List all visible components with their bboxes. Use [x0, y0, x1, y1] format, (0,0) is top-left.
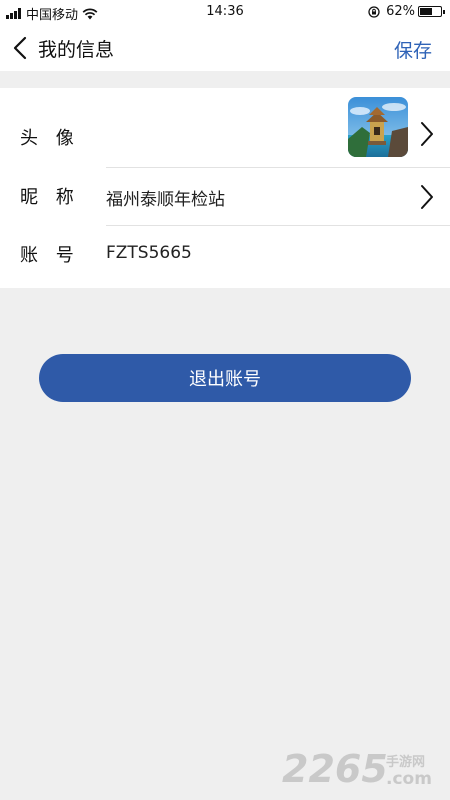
nav-bar: 我的信息 保存 — [0, 24, 450, 71]
page-title: 我的信息 — [38, 38, 115, 61]
svg-text:2265: 2265 — [282, 747, 388, 790]
rotation-lock-icon — [368, 5, 380, 18]
svg-text:手游网: 手游网 — [386, 754, 425, 770]
svg-text:.com: .com — [386, 769, 432, 789]
battery-percent: 62% — [386, 4, 415, 19]
account-value: FZTS5665 — [106, 243, 192, 263]
logout-button[interactable]: 退出账号 — [39, 354, 411, 402]
account-row: 账 号 FZTS5665 — [0, 226, 450, 288]
nickname-value: 福州泰顺年检站 — [106, 190, 225, 210]
status-right: 62% — [368, 4, 445, 19]
nickname-row[interactable]: 昵 称 福州泰顺年检站 — [0, 168, 450, 225]
avatar[interactable] — [348, 97, 408, 157]
chevron-right-icon — [421, 185, 433, 209]
profile-info-card: 头 像 昵 称 福州泰顺年检站 账 号 FZTS5665 — [0, 88, 450, 288]
watermark-logo: 2265 手游网 .com — [282, 747, 432, 790]
battery-icon — [418, 6, 445, 17]
save-button[interactable]: 保存 — [394, 36, 432, 63]
battery-level — [420, 8, 432, 15]
nickname-label: 昵 称 — [20, 187, 80, 208]
avatar-row[interactable]: 头 像 — [0, 88, 450, 167]
status-bar: 中国移动 14:36 62% — [0, 0, 450, 24]
back-button[interactable]: 我的信息 — [12, 32, 114, 64]
avatar-label: 头 像 — [20, 128, 80, 149]
my-info-screen: 中国移动 14:36 62% 我的信息 保存 头 像 昵 称 福州泰顺年检站 账… — [0, 0, 450, 800]
chevron-right-icon — [421, 122, 433, 146]
account-label: 账 号 — [20, 245, 80, 266]
chevron-left-icon — [13, 36, 27, 60]
avatar-image — [348, 97, 408, 157]
